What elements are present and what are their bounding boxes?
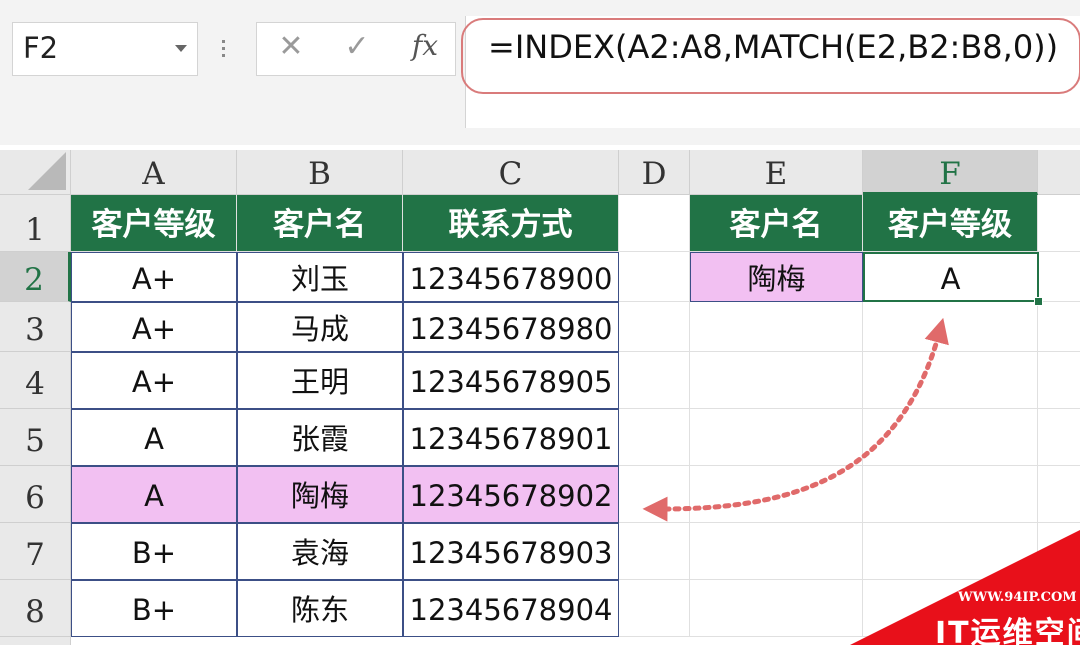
watermark-name: IT运维空间 (935, 616, 1080, 651)
watermark-url: WWW.94IP.COM (958, 590, 1077, 605)
dotted-curved-arrow (642, 317, 949, 522)
